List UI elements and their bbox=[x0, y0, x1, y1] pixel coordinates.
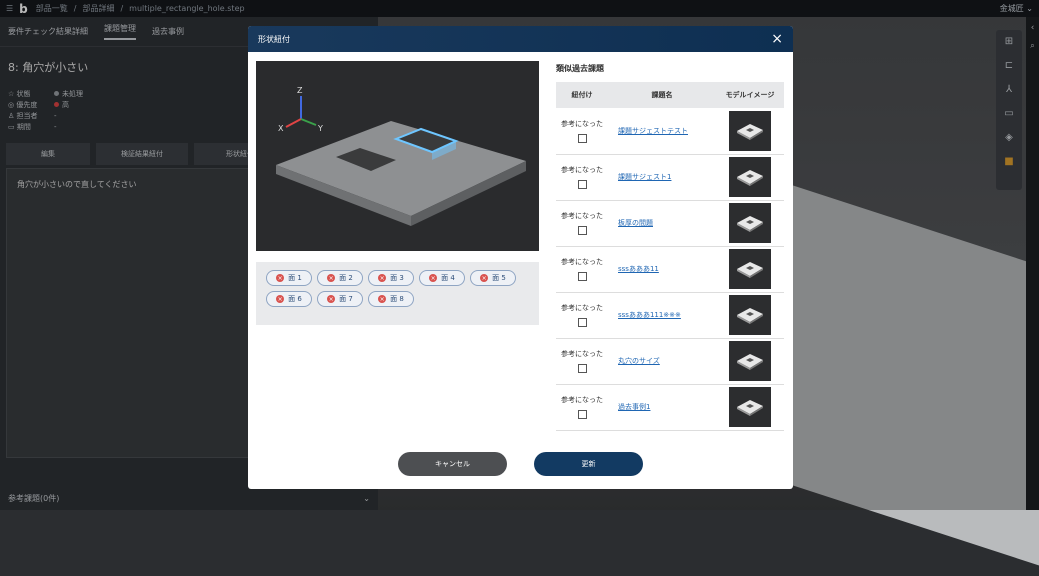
shape-link-dialog: 形状紐付 × Z X Y × 面 1 × 面 2 × 面 3 × 面 4 × 面 5 × 面 bbox=[248, 26, 793, 489]
issue-name-cell: 課題サジェスト1 bbox=[608, 154, 716, 201]
issue-name-cell: sssあああ111※※※ bbox=[608, 292, 716, 339]
remove-icon[interactable]: × bbox=[429, 274, 438, 282]
remove-icon[interactable]: × bbox=[327, 295, 336, 303]
link-cell: 参考になった bbox=[556, 292, 608, 339]
image-cell bbox=[716, 338, 784, 385]
image-cell bbox=[716, 200, 784, 247]
remove-icon[interactable]: × bbox=[276, 274, 285, 282]
issue-name-cell: sssあああ11 bbox=[608, 246, 716, 293]
helpful-checkbox[interactable] bbox=[577, 410, 587, 419]
model-render: Z X Y bbox=[276, 86, 526, 226]
model-thumbnail[interactable] bbox=[729, 387, 771, 427]
close-icon[interactable]: × bbox=[771, 31, 783, 47]
table-row: 参考になった丸穴のサイズ bbox=[556, 338, 784, 385]
helpful-label: 参考になった bbox=[561, 166, 603, 174]
model-thumbnail[interactable] bbox=[729, 203, 771, 243]
image-cell bbox=[716, 154, 784, 201]
remove-icon[interactable]: × bbox=[276, 295, 285, 303]
model-thumbnail[interactable] bbox=[729, 295, 771, 335]
issue-name-cell: 過去事例1 bbox=[608, 384, 716, 431]
similar-issues-table: 紐付け 課題名 モデルイメージ 参考になった 課題サジェストテスト 参考になった 課題… bbox=[556, 82, 784, 431]
helpful-label: 参考になった bbox=[561, 396, 603, 404]
model-thumbnail[interactable] bbox=[729, 110, 771, 151]
helpful-label: 参考になった bbox=[561, 119, 603, 128]
dialog-header: 形状紐付 × bbox=[248, 26, 793, 52]
face-chip[interactable]: × 面 4 bbox=[419, 270, 465, 286]
table-row: 参考になった過去事例1 bbox=[556, 384, 784, 431]
issue-link[interactable]: 板厚の間題 bbox=[618, 219, 653, 227]
update-button[interactable]: 更新 bbox=[534, 452, 643, 476]
similar-issues-title: 類似過去課題 bbox=[556, 64, 604, 73]
issue-name-cell: 板厚の間題 bbox=[608, 200, 716, 247]
face-chip[interactable]: × 面 2 bbox=[317, 270, 363, 286]
svg-text:Z: Z bbox=[297, 86, 303, 95]
helpful-label: 参考になった bbox=[561, 350, 603, 358]
image-cell bbox=[716, 246, 784, 293]
table-row: 参考になった sssあああ111※※※ bbox=[556, 292, 784, 339]
column-header-link: 紐付け bbox=[556, 82, 608, 108]
axis-gizmo: Z X Y bbox=[278, 86, 323, 133]
model-thumbnail[interactable] bbox=[729, 157, 771, 197]
issue-link[interactable]: sssあああ11 bbox=[618, 265, 659, 273]
remove-icon[interactable]: × bbox=[378, 295, 387, 303]
link-cell: 参考になった bbox=[556, 246, 608, 293]
table-row: 参考になった sssあああ11 bbox=[556, 246, 784, 293]
issue-link[interactable]: 課題サジェストテスト bbox=[618, 127, 688, 135]
helpful-checkbox[interactable] bbox=[577, 226, 587, 235]
helpful-checkbox[interactable] bbox=[577, 180, 587, 189]
dialog-title: 形状紐付 bbox=[258, 34, 290, 44]
issue-link[interactable]: sssあああ111※※※ bbox=[618, 311, 681, 319]
image-cell bbox=[716, 384, 784, 431]
helpful-checkbox[interactable] bbox=[577, 272, 587, 281]
issue-name-cell: 丸穴のサイズ bbox=[608, 338, 716, 385]
table-row: 参考になった板厚の間題 bbox=[556, 200, 784, 247]
remove-icon[interactable]: × bbox=[327, 274, 336, 282]
image-cell bbox=[716, 108, 784, 155]
image-cell bbox=[716, 292, 784, 339]
issue-link[interactable]: 過去事例1 bbox=[618, 403, 650, 411]
helpful-label: 参考になった bbox=[561, 304, 603, 312]
remove-icon[interactable]: × bbox=[480, 274, 489, 282]
link-cell: 参考になった bbox=[556, 384, 608, 431]
face-chip[interactable]: × 面 6 bbox=[266, 291, 312, 307]
link-cell: 参考になった bbox=[556, 200, 608, 247]
face-chip[interactable]: × 面 3 bbox=[368, 270, 414, 286]
table-row: 参考になった課題サジェストテスト bbox=[556, 108, 784, 155]
table-row: 参考になった課題サジェスト1 bbox=[556, 154, 784, 201]
svg-text:Y: Y bbox=[317, 124, 323, 133]
helpful-checkbox[interactable] bbox=[577, 133, 587, 143]
model-thumbnail[interactable] bbox=[729, 249, 771, 289]
link-cell: 参考になった bbox=[556, 108, 608, 155]
model-thumbnail[interactable] bbox=[729, 341, 771, 381]
column-header-image: モデルイメージ bbox=[716, 82, 784, 108]
face-chip[interactable]: × 面 1 bbox=[266, 270, 312, 286]
helpful-label: 参考になった bbox=[561, 212, 603, 220]
column-header-name: 課題名 bbox=[608, 82, 716, 108]
helpful-checkbox[interactable] bbox=[577, 318, 587, 327]
link-cell: 参考になった bbox=[556, 154, 608, 201]
issue-link[interactable]: 課題サジェスト1 bbox=[618, 173, 671, 181]
cancel-button[interactable]: キャンセル bbox=[398, 452, 507, 476]
remove-icon[interactable]: × bbox=[378, 274, 387, 282]
issue-name-cell: 課題サジェストテスト bbox=[608, 108, 716, 155]
issue-link[interactable]: 丸穴のサイズ bbox=[618, 357, 660, 365]
helpful-label: 参考になった bbox=[561, 258, 603, 266]
face-chip[interactable]: × 面 5 bbox=[470, 270, 516, 286]
helpful-checkbox[interactable] bbox=[577, 364, 587, 373]
svg-text:X: X bbox=[278, 124, 284, 133]
face-chip[interactable]: × 面 8 bbox=[368, 291, 414, 307]
face-chip-list: × 面 1 × 面 2 × 面 3 × 面 4 × 面 5 × 面 6 × 面 7 × 面 8 bbox=[256, 262, 539, 325]
face-chip[interactable]: × 面 7 bbox=[317, 291, 363, 307]
shape-preview[interactable]: Z X Y bbox=[256, 61, 539, 251]
link-cell: 参考になった bbox=[556, 338, 608, 385]
